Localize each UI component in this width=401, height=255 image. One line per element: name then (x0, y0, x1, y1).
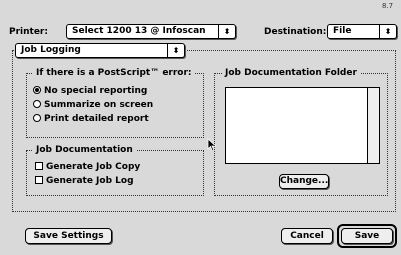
destination-value: File (333, 26, 352, 36)
radio-print-detailed-report[interactable]: Print detailed report (33, 114, 149, 125)
change-button[interactable]: Change... (279, 174, 329, 189)
radio-icon (33, 114, 41, 122)
change-button-label: Change... (280, 176, 329, 186)
postscript-error-legend: If there is a PostScript™ error: (33, 68, 195, 79)
radio-no-special-reporting[interactable]: No special reporting (33, 86, 147, 97)
destination-popup[interactable]: File ⬍ (327, 24, 397, 39)
panel-menu-value: Job Logging (21, 45, 81, 55)
checkbox-generate-job-copy[interactable]: Generate Job Copy (35, 162, 140, 173)
cancel-button[interactable]: Cancel (281, 228, 333, 244)
checkbox-generate-job-log[interactable]: Generate Job Log (35, 176, 134, 187)
checkbox-icon (35, 176, 43, 184)
checkbox-label: Generate Job Copy (46, 162, 141, 172)
checkbox-label: Generate Job Log (46, 176, 134, 186)
printer-popup[interactable]: Select 1200 13 @ Infoscan ⬍ (66, 24, 236, 39)
save-label: Save (354, 231, 380, 241)
radio-icon (33, 100, 41, 108)
radio-selected-icon (33, 86, 41, 94)
folder-legend: Job Documentation Folder (222, 68, 360, 79)
folder-list-scrollbar[interactable] (367, 88, 379, 163)
job-documentation-legend: Job Documentation (33, 145, 136, 156)
destination-label: Destination: (264, 27, 327, 37)
checkbox-icon (35, 162, 43, 170)
radio-label: Summarize on screen (44, 100, 154, 110)
version-label: 8.7 (382, 2, 394, 10)
popup-arrows-icon: ⬍ (218, 25, 235, 38)
save-settings-label: Save Settings (33, 231, 104, 241)
folder-list[interactable] (225, 87, 380, 164)
job-documentation-group (26, 150, 204, 196)
radio-summarize-on-screen[interactable]: Summarize on screen (33, 100, 153, 111)
cancel-label: Cancel (290, 231, 324, 241)
radio-label: Print detailed report (44, 114, 149, 124)
popup-arrows-icon: ⬍ (379, 25, 396, 38)
panel-menu-popup[interactable]: Job Logging ⬍ (15, 43, 185, 58)
popup-arrows-icon: ⬍ (167, 44, 184, 57)
printer-label: Printer: (9, 27, 48, 37)
radio-label: No special reporting (44, 86, 148, 96)
save-button[interactable]: Save (341, 228, 393, 244)
save-settings-button[interactable]: Save Settings (25, 228, 112, 244)
printer-value: Select 1200 13 @ Infoscan (72, 26, 206, 36)
